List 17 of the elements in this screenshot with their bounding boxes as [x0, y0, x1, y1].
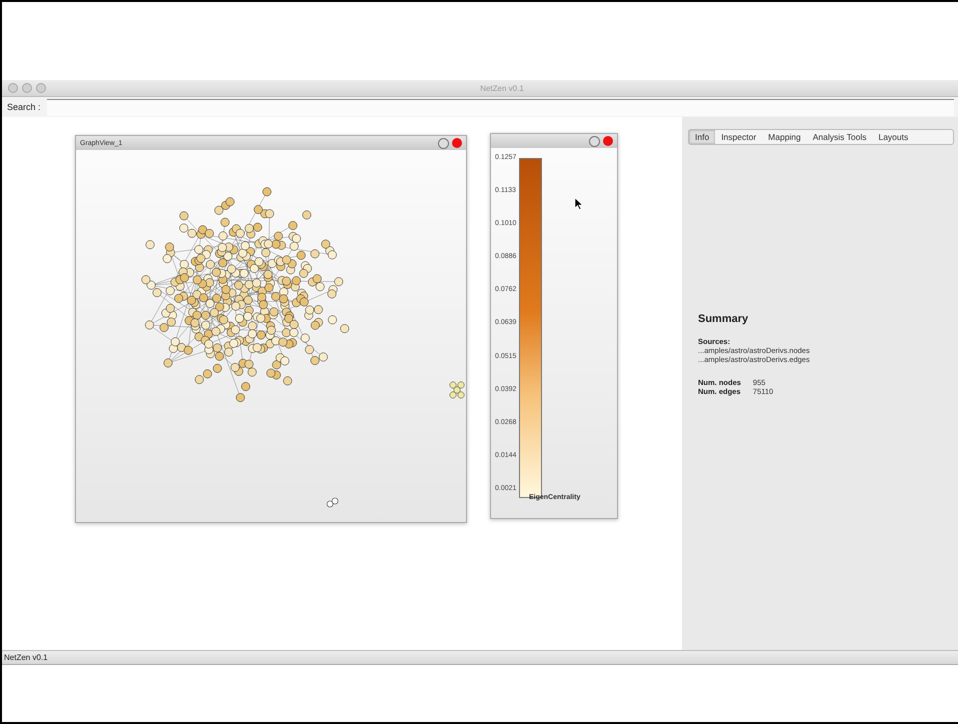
tab[interactable]: Inspector [715, 130, 762, 144]
window-title: NetZen v0.1 [480, 84, 524, 92]
node-pair [326, 498, 338, 508]
minimize-button[interactable] [589, 136, 600, 146]
close-button[interactable] [452, 138, 462, 148]
tab[interactable]: Mapping [762, 130, 807, 144]
node-cluster [450, 382, 464, 398]
tab[interactable]: Info [689, 130, 716, 144]
search-label: Search : [7, 102, 41, 112]
search-field[interactable] [46, 98, 954, 116]
close-button[interactable] [603, 136, 613, 146]
summary-heading: Summary [698, 313, 750, 325]
minimize-button[interactable] [438, 138, 449, 148]
tab[interactable]: Analysis Tools [806, 130, 872, 144]
tab[interactable]: Layouts [872, 130, 914, 144]
status-text: NetZen v0.1 [4, 653, 48, 662]
mouse-cursor-icon [574, 198, 583, 210]
